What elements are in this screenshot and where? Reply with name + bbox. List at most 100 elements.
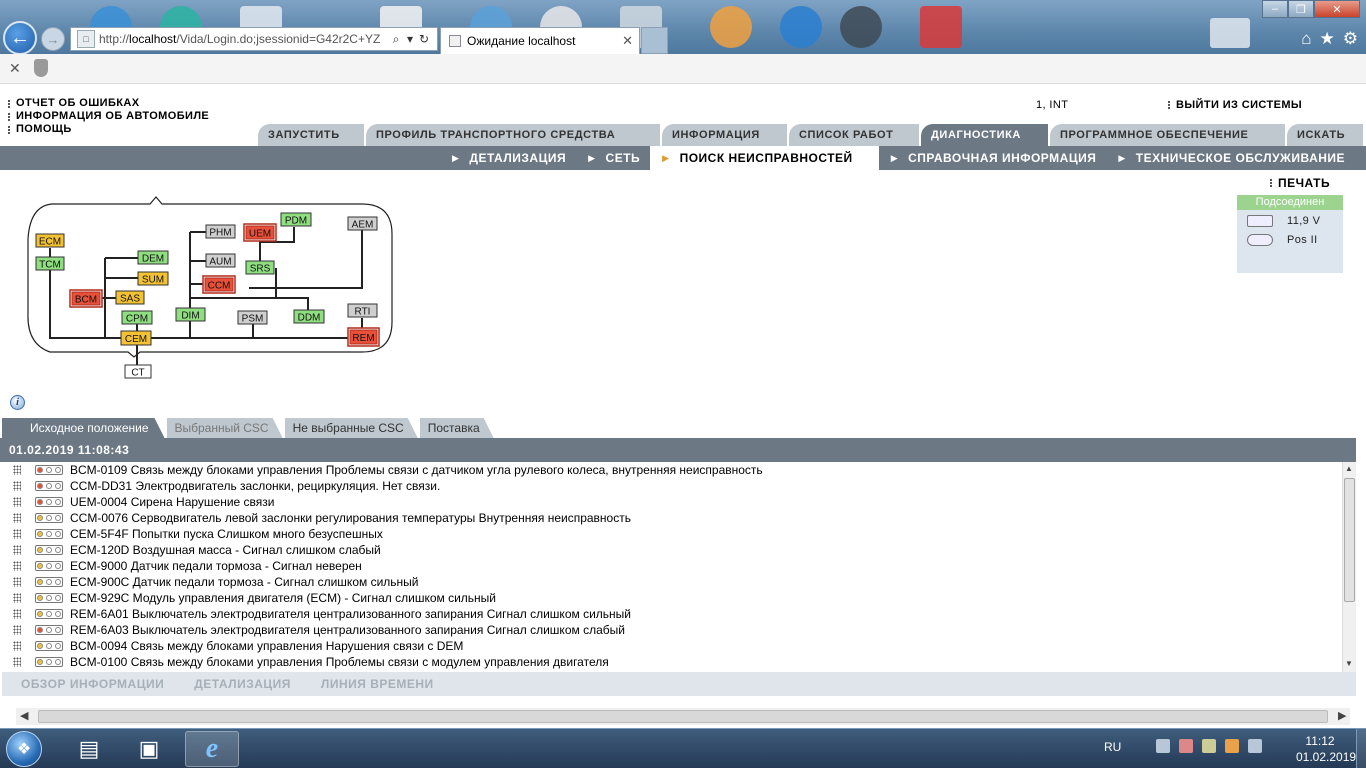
scroll-right-icon[interactable]: ▶ bbox=[1338, 709, 1346, 722]
fault-list-scrollbar[interactable]: ▲ ▼ bbox=[1342, 462, 1356, 672]
logout-link[interactable]: ВЫЙТИ ИЗ СИСТЕМЫ bbox=[1168, 99, 1302, 111]
scroll-down-icon[interactable]: ▼ bbox=[1345, 659, 1353, 668]
language-indicator[interactable]: RU bbox=[1104, 740, 1121, 754]
module-cpm[interactable]: CPM bbox=[121, 310, 153, 325]
module-uem[interactable]: UEM bbox=[243, 223, 277, 242]
windows-start-icon[interactable]: ❖ bbox=[6, 731, 42, 767]
fault-row[interactable]: CCM-DD31 Электродвигатель заслонки, реци… bbox=[0, 478, 1342, 494]
tab-start[interactable]: ЗАПУСТИТЬ bbox=[258, 124, 364, 146]
print-link[interactable]: ПЕЧАТЬ bbox=[1270, 176, 1330, 190]
subtab-network[interactable]: ▶ СЕТЬ bbox=[576, 146, 650, 170]
fault-row[interactable]: BCM-0100 Связь между блоками управления … bbox=[0, 654, 1342, 670]
volume-icon[interactable] bbox=[1248, 739, 1262, 753]
fault-row[interactable]: REM-6A03 Выключатель электродвигателя це… bbox=[0, 622, 1342, 638]
tab-detailing[interactable]: ДЕТАЛИЗАЦИЯ bbox=[194, 677, 291, 691]
info-icon[interactable]: i bbox=[10, 395, 25, 410]
module-rti[interactable]: RTI bbox=[347, 303, 378, 318]
chevron-down-icon[interactable]: ▾ bbox=[403, 32, 417, 46]
drag-handle-icon[interactable] bbox=[13, 593, 21, 603]
subtab-maintenance[interactable]: ▶ ТЕХНИЧЕСКОЕ ОБСЛУЖИВАНИЕ bbox=[1106, 146, 1355, 170]
clock[interactable]: 11:12 01.02.2019 bbox=[1296, 733, 1356, 765]
fault-row[interactable]: BCM-0094 Связь между блоками управления … bbox=[0, 638, 1342, 654]
fault-row[interactable]: ECM-929C Модуль управления двигателя (EC… bbox=[0, 590, 1342, 606]
minimize-button[interactable]: – bbox=[1262, 0, 1288, 18]
module-dem[interactable]: DEM bbox=[137, 250, 169, 265]
subtab-detailing[interactable]: ▶ ДЕТАЛИЗАЦИЯ bbox=[440, 146, 576, 170]
drag-handle-icon[interactable] bbox=[13, 513, 21, 523]
horizontal-scrollbar[interactable] bbox=[16, 708, 1350, 725]
new-tab-button[interactable] bbox=[641, 27, 668, 54]
scrollbar-thumb[interactable] bbox=[38, 710, 1328, 723]
ie-taskbar-icon[interactable]: e bbox=[185, 731, 239, 767]
tab-info-overview[interactable]: ОБЗОР ИНФОРМАЦИИ bbox=[21, 677, 164, 691]
favorites-icon[interactable]: ★ bbox=[1320, 29, 1335, 49]
error-report-link[interactable]: ОТЧЕТ ОБ ОШИБКАХ bbox=[8, 97, 209, 110]
fault-row[interactable]: ECM-9000 Датчик педали тормоза - Сигнал … bbox=[0, 558, 1342, 574]
module-aem[interactable]: AEM bbox=[347, 216, 378, 231]
address-bar[interactable]: □ http://localhost/Vida/Login.do;jsessio… bbox=[70, 27, 438, 51]
network-error-icon[interactable] bbox=[1179, 739, 1193, 753]
search-icon[interactable]: ⌕ bbox=[389, 32, 403, 47]
module-ddm[interactable]: DDM bbox=[293, 309, 325, 324]
module-phm[interactable]: PHM bbox=[205, 224, 236, 239]
drag-handle-icon[interactable] bbox=[13, 529, 21, 539]
scroll-left-icon[interactable]: ◀ bbox=[20, 709, 28, 722]
browser-tab[interactable]: Ожидание localhost ✕ bbox=[440, 27, 640, 54]
drag-handle-icon[interactable] bbox=[13, 641, 21, 651]
address-text[interactable]: http://localhost/Vida/Login.do;jsessioni… bbox=[99, 32, 389, 46]
explorer-taskbar-icon[interactable]: ▤ bbox=[62, 731, 116, 767]
refresh-icon[interactable]: ↻ bbox=[417, 32, 431, 46]
back-button[interactable]: ← bbox=[3, 21, 37, 55]
home-icon[interactable]: ⌂ bbox=[1301, 29, 1311, 49]
module-srs[interactable]: SRS bbox=[245, 260, 275, 275]
fault-row[interactable]: BCM-0109 Связь между блоками управления … bbox=[0, 462, 1342, 478]
help-link[interactable]: ПОМОЩЬ bbox=[8, 123, 209, 136]
module-cem[interactable]: CEM bbox=[120, 330, 152, 346]
tab-delivery[interactable]: Поставка bbox=[420, 418, 494, 438]
tab-software[interactable]: ПРОГРАММНОЕ ОБЕСПЕЧЕНИЕ bbox=[1050, 124, 1285, 146]
module-pdm[interactable]: PDM bbox=[280, 212, 312, 227]
module-sas[interactable]: SAS bbox=[115, 290, 145, 305]
drag-handle-icon[interactable] bbox=[13, 625, 21, 635]
module-ecm[interactable]: ECM bbox=[35, 233, 65, 248]
module-psm[interactable]: PSM bbox=[237, 310, 268, 325]
subtab-reference-info[interactable]: ▶ СПРАВОЧНАЯ ИНФОРМАЦИЯ bbox=[879, 146, 1107, 170]
flag-icon[interactable] bbox=[1225, 739, 1239, 753]
module-tcm[interactable]: TCM bbox=[35, 256, 65, 271]
fault-row[interactable]: UEM-0004 Сирена Нарушение связи bbox=[0, 494, 1342, 510]
tab-timeline[interactable]: ЛИНИЯ ВРЕМЕНИ bbox=[321, 677, 434, 691]
show-desktop-button[interactable] bbox=[1356, 729, 1366, 768]
module-rem[interactable]: REM bbox=[347, 327, 380, 347]
fault-row[interactable]: ECM-900C Датчик педали тормоза - Сигнал … bbox=[0, 574, 1342, 590]
scroll-up-icon[interactable]: ▲ bbox=[1345, 464, 1353, 473]
vehicle-info-link[interactable]: ИНФОРМАЦИЯ ОБ АВТОМОБИЛЕ bbox=[8, 110, 209, 123]
tab-work-list[interactable]: СПИСОК РАБОТ bbox=[789, 124, 919, 146]
module-dim[interactable]: DIM bbox=[175, 307, 206, 322]
fault-row[interactable]: REM-6A01 Выключатель электродвигателя це… bbox=[0, 606, 1342, 622]
fault-row[interactable]: CCM-0076 Серводвигатель левой заслонки р… bbox=[0, 510, 1342, 526]
app-taskbar-icon[interactable]: ▣ bbox=[122, 731, 176, 767]
tab-search[interactable]: ИСКАТЬ bbox=[1287, 124, 1363, 146]
module-ct[interactable]: CT bbox=[124, 364, 152, 379]
tab-diagnostics[interactable]: ДИАГНОСТИКА bbox=[921, 124, 1048, 146]
fault-row[interactable]: CEM-5F4F Попытки пуска Слишком много без… bbox=[0, 526, 1342, 542]
drag-handle-icon[interactable] bbox=[13, 609, 21, 619]
battery-icon[interactable] bbox=[1202, 739, 1216, 753]
restore-button[interactable]: ❐ bbox=[1288, 0, 1314, 18]
drag-handle-icon[interactable] bbox=[13, 561, 21, 571]
tab-selected-csc[interactable]: Выбранный CSC bbox=[167, 418, 283, 438]
fault-row[interactable]: ECM-120D Воздушная масса - Сигнал слишко… bbox=[0, 542, 1342, 558]
module-aum[interactable]: AUM bbox=[205, 253, 236, 268]
drag-handle-icon[interactable] bbox=[13, 465, 21, 475]
close-window-button[interactable]: ✕ bbox=[1314, 0, 1360, 18]
forward-button[interactable]: → bbox=[41, 27, 65, 51]
tab-initial-position[interactable]: Исходное положение bbox=[2, 418, 165, 438]
scrollbar-thumb[interactable] bbox=[1344, 478, 1355, 602]
close-icon[interactable]: ✕ bbox=[9, 60, 21, 77]
module-sum[interactable]: SUM bbox=[137, 271, 169, 286]
gear-icon[interactable]: ⚙ bbox=[1343, 29, 1358, 49]
shield-icon[interactable] bbox=[34, 59, 48, 77]
monitor-icon[interactable] bbox=[1156, 739, 1170, 753]
module-bcm[interactable]: BCM bbox=[69, 289, 103, 308]
drag-handle-icon[interactable] bbox=[13, 497, 21, 507]
